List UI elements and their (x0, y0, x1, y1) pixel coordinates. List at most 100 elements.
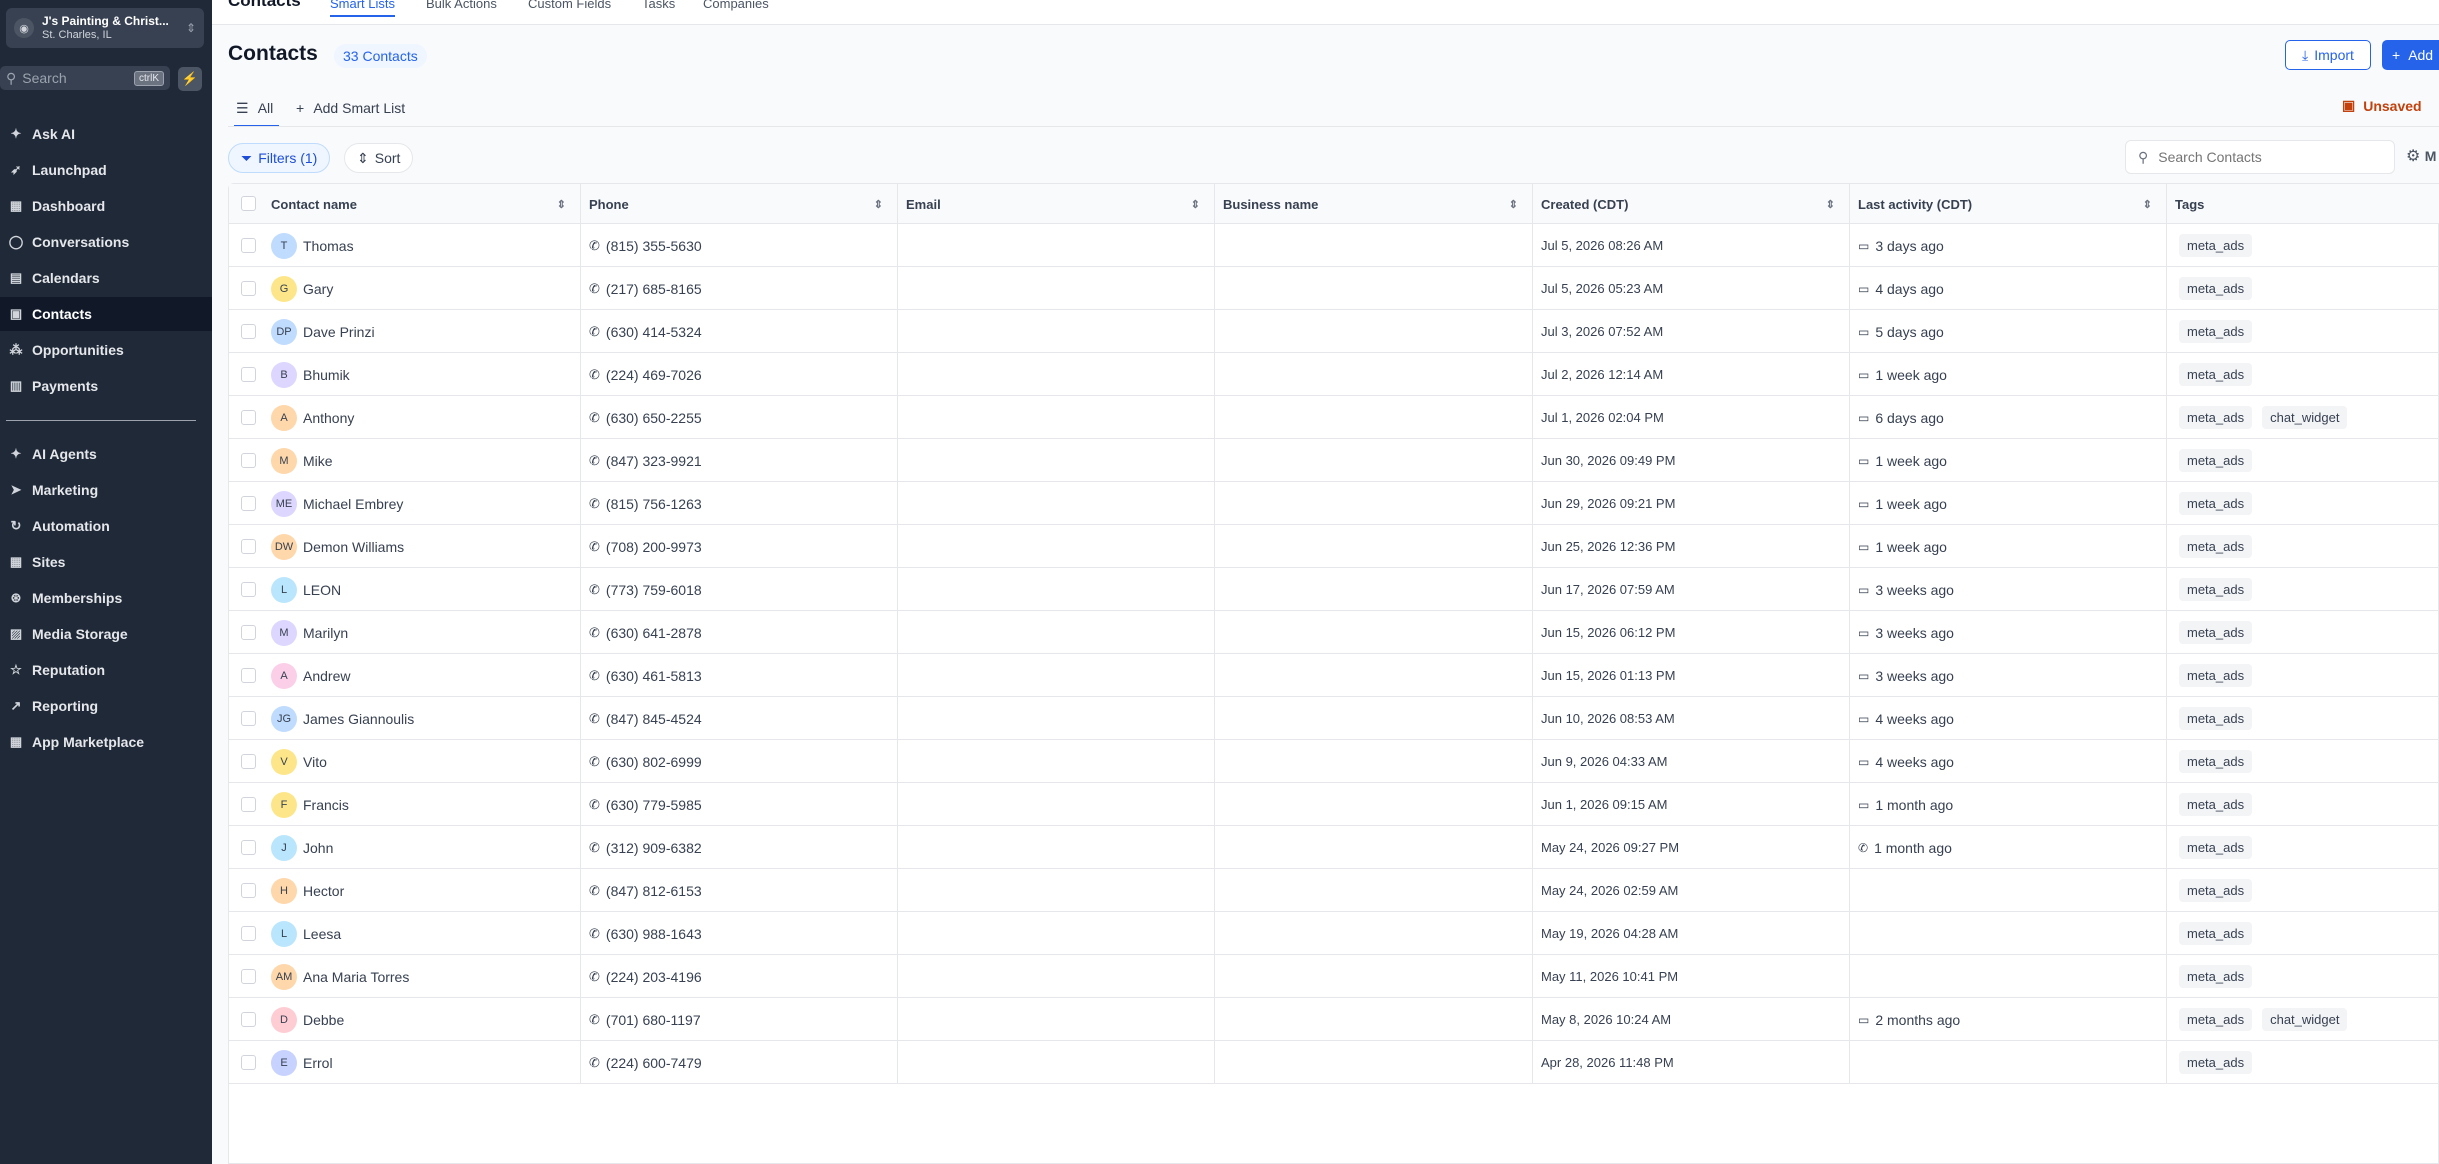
sidebar-item-contacts[interactable]: ▣ Contacts (0, 297, 212, 331)
contact-name-link[interactable]: Hector (303, 883, 344, 899)
sort-icon[interactable]: ⇕ (1509, 198, 1518, 211)
sidebar-item-automation[interactable]: ↻ Automation (0, 509, 212, 543)
table-row[interactable]: A Andrew ✆ (630) 461-5813 Jun 15, 2026 01:13… (229, 654, 2439, 697)
tag-badge[interactable]: meta_ads (2179, 836, 2253, 859)
quick-action-bolt-icon[interactable]: ⚡ (178, 67, 202, 91)
contact-name-link[interactable]: Thomas (303, 238, 354, 254)
tag-badge[interactable]: chat_widget (2262, 1008, 2348, 1031)
sidebar-item-calendars[interactable]: ▤ Calendars (0, 261, 212, 295)
filters-button[interactable]: ⏷ Filters (1) (228, 143, 331, 173)
sidebar-item-opportunities[interactable]: ⁂ Opportunities (0, 333, 212, 367)
tag-badge[interactable]: meta_ads (2179, 707, 2253, 730)
sidebar-item-app-marketplace[interactable]: ▦ App Marketplace (0, 725, 212, 759)
table-row[interactable]: M Mike ✆ (847) 323-9921 Jun 30, 2026 09:49 P… (229, 439, 2439, 482)
sort-button[interactable]: ⇕ Sort (344, 143, 414, 173)
tag-badge[interactable]: meta_ads (2179, 750, 2253, 773)
contact-name-link[interactable]: Gary (303, 281, 333, 297)
table-row[interactable]: E Errol ✆ (224) 600-7479 Apr 28, 2026 11:48 … (229, 1041, 2439, 1084)
phone-value[interactable]: (630) 461-5813 (606, 668, 702, 684)
row-checkbox[interactable] (241, 324, 256, 339)
tab-smart-lists[interactable]: Smart Lists (330, 0, 396, 17)
phone-value[interactable]: (815) 355-5630 (606, 238, 702, 254)
col-tags[interactable]: Tags (2167, 184, 2439, 224)
table-row[interactable]: ME Michael Embrey ✆ (815) 756-1263 Jun 29, 2… (229, 482, 2439, 525)
row-checkbox[interactable] (241, 410, 256, 425)
contact-name-link[interactable]: Mike (303, 453, 333, 469)
tag-badge[interactable]: meta_ads (2179, 879, 2253, 902)
row-checkbox[interactable] (241, 797, 256, 812)
row-checkbox[interactable] (241, 367, 256, 382)
contact-name-link[interactable]: Ana Maria Torres (303, 969, 409, 985)
table-row[interactable]: AM Ana Maria Torres ✆ (224) 203-4196 May 11,… (229, 955, 2439, 998)
contact-name-link[interactable]: LEON (303, 582, 341, 598)
tag-badge[interactable]: meta_ads (2179, 449, 2253, 472)
row-checkbox[interactable] (241, 1012, 256, 1027)
row-checkbox[interactable] (241, 453, 256, 468)
tab-bulk-actions[interactable]: Bulk Actions (426, 0, 497, 11)
contact-name-link[interactable]: Vito (303, 754, 327, 770)
row-checkbox[interactable] (241, 840, 256, 855)
table-row[interactable]: DP Dave Prinzi ✆ (630) 414-5324 Jul 3, 2026 … (229, 310, 2439, 353)
sort-icon[interactable]: ⇕ (1191, 198, 1200, 211)
contact-name-link[interactable]: Michael Embrey (303, 496, 403, 512)
phone-value[interactable]: (701) 680-1197 (606, 1012, 701, 1028)
table-row[interactable]: DW Demon Williams ✆ (708) 200-9973 Jun 25, 2… (229, 525, 2439, 568)
sidebar-item-memberships[interactable]: ⊛ Memberships (0, 581, 212, 615)
sidebar-item-ask-ai[interactable]: ✦ Ask AI (0, 117, 212, 151)
contact-name-link[interactable]: Anthony (303, 410, 354, 426)
phone-value[interactable]: (217) 685-8165 (606, 281, 702, 297)
tag-badge[interactable]: meta_ads (2179, 363, 2253, 386)
table-row[interactable]: L LEON ✆ (773) 759-6018 Jun 17, 2026 07:59 A… (229, 568, 2439, 611)
contact-name-link[interactable]: Francis (303, 797, 349, 813)
tab-custom-fields[interactable]: Custom Fields (528, 0, 611, 11)
table-row[interactable]: A Anthony ✆ (630) 650-2255 Jul 1, 2026 02:04… (229, 396, 2439, 439)
contact-name-link[interactable]: James Giannoulis (303, 711, 414, 727)
tag-badge[interactable]: meta_ads (2179, 535, 2253, 558)
unsaved-indicator[interactable]: ▣ Unsaved (2342, 97, 2422, 114)
phone-value[interactable]: (224) 600-7479 (606, 1055, 702, 1071)
tag-badge[interactable]: meta_ads (2179, 965, 2253, 988)
table-row[interactable]: V Vito ✆ (630) 802-6999 Jun 9, 2026 04:33 AM… (229, 740, 2439, 783)
row-checkbox[interactable] (241, 754, 256, 769)
add-contact-button[interactable]: + Add (2382, 40, 2439, 70)
smart-list-tab-all[interactable]: ☰ All (234, 100, 280, 127)
tag-badge[interactable]: meta_ads (2179, 320, 2253, 343)
tag-badge[interactable]: meta_ads (2179, 492, 2253, 515)
row-checkbox[interactable] (241, 496, 256, 511)
contact-name-link[interactable]: Bhumik (303, 367, 350, 383)
table-row[interactable]: T Thomas ✆ (815) 355-5630 Jul 5, 2026 08:26 … (229, 224, 2439, 267)
tag-badge[interactable]: meta_ads (2179, 621, 2253, 644)
column-settings-button[interactable]: ⚙ M (2406, 146, 2436, 166)
table-row[interactable]: L Leesa ✆ (630) 988-1643 May 19, 2026 04:28 … (229, 912, 2439, 955)
tag-badge[interactable]: meta_ads (2179, 578, 2253, 601)
contact-name-link[interactable]: Demon Williams (303, 539, 404, 555)
phone-value[interactable]: (630) 641-2878 (606, 625, 702, 641)
tag-badge[interactable]: meta_ads (2179, 793, 2253, 816)
add-smart-list-button[interactable]: + Add Smart List (296, 100, 405, 116)
col-business-name[interactable]: Business name ⇕ (1215, 184, 1533, 224)
phone-value[interactable]: (708) 200-9973 (606, 539, 702, 555)
contact-name-link[interactable]: Andrew (303, 668, 350, 684)
sort-icon[interactable]: ⇕ (874, 198, 883, 211)
row-checkbox[interactable] (241, 711, 256, 726)
sort-icon[interactable]: ⇕ (1826, 198, 1835, 211)
search-contacts-field[interactable]: ⚲ (2125, 140, 2395, 174)
sidebar-item-launchpad[interactable]: ➶ Launchpad (0, 153, 212, 187)
table-row[interactable]: G Gary ✆ (217) 685-8165 Jul 5, 2026 05:23 AM… (229, 267, 2439, 310)
phone-value[interactable]: (630) 650-2255 (606, 410, 702, 426)
sidebar-item-dashboard[interactable]: ▦ Dashboard (0, 189, 212, 223)
tag-badge[interactable]: meta_ads (2179, 664, 2253, 687)
contact-name-link[interactable]: Debbe (303, 1012, 344, 1028)
col-phone[interactable]: Phone ⇕ (581, 184, 898, 224)
row-checkbox[interactable] (241, 582, 256, 597)
phone-value[interactable]: (815) 756-1263 (606, 496, 702, 512)
tag-badge[interactable]: meta_ads (2179, 1051, 2253, 1074)
sidebar-item-reputation[interactable]: ☆ Reputation (0, 653, 212, 687)
col-contact-name[interactable]: Contact name ⇕ (263, 184, 581, 224)
import-button[interactable]: ⤓ Import (2285, 40, 2371, 70)
search-contacts-input[interactable] (2158, 149, 2359, 165)
sidebar-item-payments[interactable]: ▥ Payments (0, 369, 212, 403)
row-checkbox[interactable] (241, 238, 256, 253)
phone-value[interactable]: (847) 323-9921 (606, 453, 702, 469)
phone-value[interactable]: (224) 203-4196 (606, 969, 702, 985)
